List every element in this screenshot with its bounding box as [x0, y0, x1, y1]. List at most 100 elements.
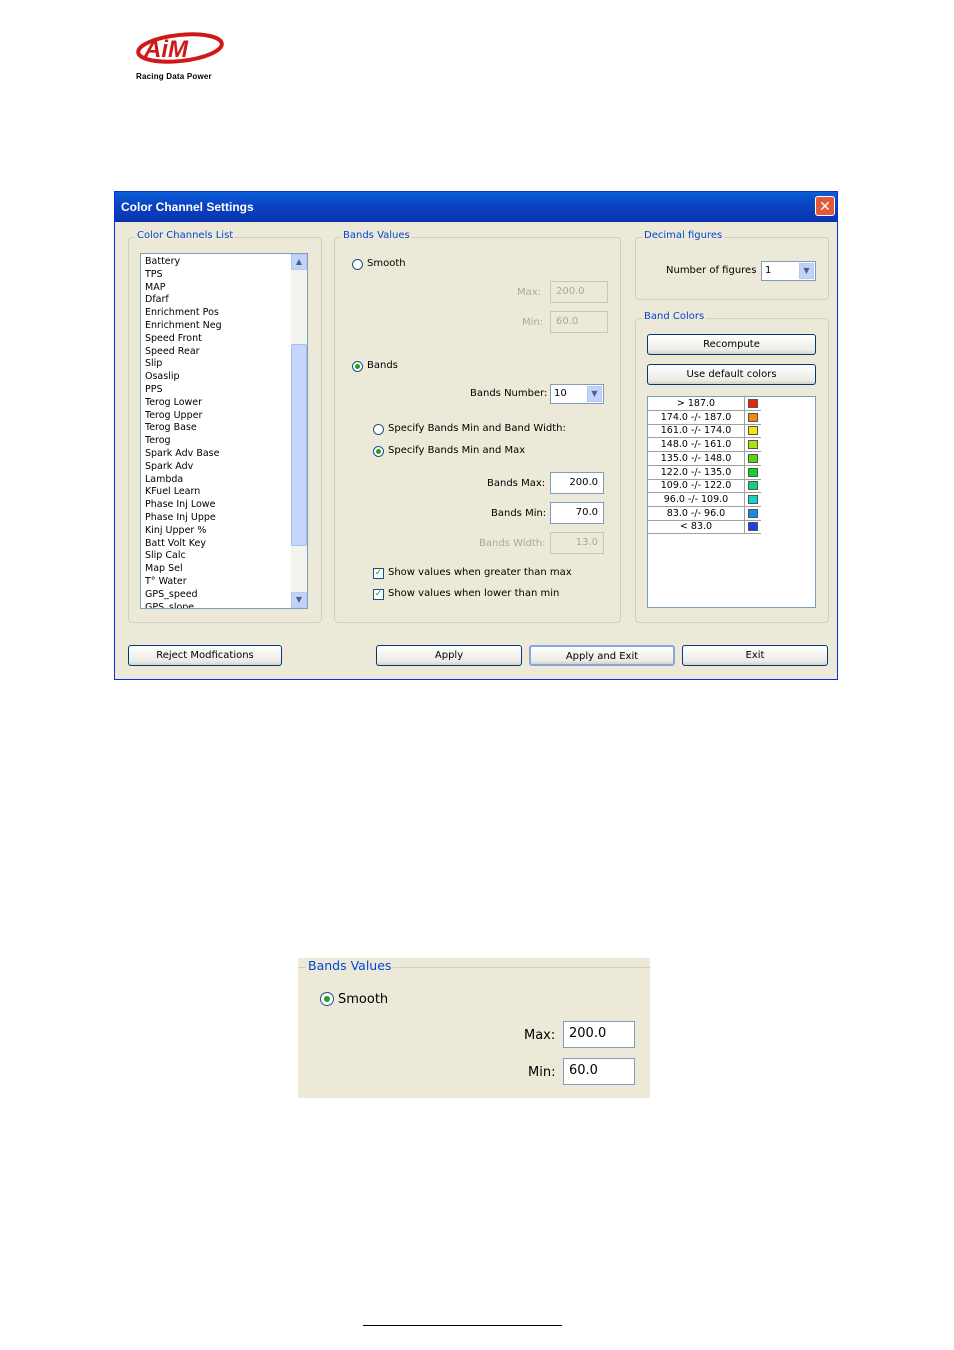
- color-channels-listbox[interactable]: Battery TPS MAP Dfarf Enrichment Pos Enrichme…: [140, 253, 308, 609]
- color-swatch[interactable]: [748, 453, 758, 463]
- min-max-option-radio[interactable]: [373, 446, 384, 457]
- band-width-option-radio[interactable]: [373, 424, 384, 435]
- color-swatch[interactable]: [748, 481, 758, 491]
- channel-list-item[interactable]: Enrichment Neg: [145, 320, 293, 333]
- band-range-label: 109.0 -/- 122.0: [648, 479, 745, 493]
- band-range-label: 96.0 -/- 109.0: [648, 492, 745, 506]
- channel-list-item[interactable]: Speed Front: [145, 333, 293, 346]
- channel-list-item[interactable]: Slip Calc: [145, 550, 293, 563]
- band-range-label: 161.0 -/- 174.0: [648, 424, 745, 438]
- band-color-row[interactable]: 174.0 -/- 187.0: [648, 410, 761, 425]
- channel-list-item[interactable]: Lambda: [145, 474, 293, 487]
- crop-bands-values-label: Bands Values: [306, 958, 394, 973]
- channel-list-item[interactable]: Dfarf: [145, 294, 293, 307]
- color-swatch[interactable]: [748, 494, 758, 504]
- band-range-label: 148.0 -/- 161.0: [648, 438, 745, 452]
- scroll-thumb[interactable]: [291, 344, 307, 546]
- bands-values-group: Bands Values Smooth Max: 200.0 Min: 60.0…: [334, 230, 621, 623]
- channel-list-item[interactable]: Enrichment Pos: [145, 307, 293, 320]
- channel-list-item[interactable]: TPS: [145, 269, 293, 282]
- bands-max-label: Bands Max:: [487, 478, 546, 489]
- channel-list-item[interactable]: Osaslip: [145, 371, 293, 384]
- channel-list-item[interactable]: Terog Upper: [145, 410, 293, 423]
- band-color-row[interactable]: 109.0 -/- 122.0: [648, 479, 761, 494]
- bands-max-field[interactable]: 200.0: [550, 472, 604, 494]
- bands-width-field[interactable]: 13.0: [550, 532, 604, 554]
- crop-min-field[interactable]: 60.0: [563, 1058, 635, 1085]
- chevron-down-icon[interactable]: ▼: [587, 386, 602, 402]
- band-range-label: < 83.0: [648, 520, 745, 534]
- smooth-radio[interactable]: [352, 259, 363, 270]
- crop-max-label: Max:: [524, 1028, 556, 1043]
- channel-list-item[interactable]: Battery: [145, 256, 293, 269]
- channel-list-item[interactable]: Batt Volt Key: [145, 538, 293, 551]
- band-range-label: > 187.0: [648, 397, 745, 410]
- channel-list-item[interactable]: GPS_slope: [145, 602, 293, 608]
- apply-button[interactable]: Apply: [376, 645, 522, 666]
- max-field[interactable]: 200.0: [550, 281, 608, 303]
- color-swatch[interactable]: [748, 399, 758, 408]
- channel-list-item[interactable]: T° Water: [145, 576, 293, 589]
- channel-list-item[interactable]: Terog Base: [145, 422, 293, 435]
- band-range-label: 83.0 -/- 96.0: [648, 506, 745, 520]
- bands-min-field[interactable]: 70.0: [550, 502, 604, 524]
- channel-list-item[interactable]: Terog: [145, 435, 293, 448]
- color-swatch[interactable]: [748, 412, 758, 422]
- channel-list-item[interactable]: Speed Rear: [145, 346, 293, 359]
- use-default-colors-button[interactable]: Use default colors: [647, 364, 816, 385]
- color-swatch[interactable]: [748, 426, 758, 436]
- band-color-row[interactable]: < 83.0: [648, 520, 761, 535]
- crop-smooth-label: Smooth: [338, 992, 389, 1007]
- channels-scrollbar[interactable]: ▲ ▼: [291, 254, 307, 608]
- band-color-row[interactable]: 96.0 -/- 109.0: [648, 492, 761, 507]
- channel-list-item[interactable]: Phase Inj Uppe: [145, 512, 293, 525]
- channel-list-item[interactable]: KFuel Learn: [145, 486, 293, 499]
- crop-max-field[interactable]: 200.0: [563, 1021, 635, 1048]
- min-field[interactable]: 60.0: [550, 311, 608, 333]
- channel-list-item[interactable]: Kinj Upper %: [145, 525, 293, 538]
- apply-and-exit-button[interactable]: Apply and Exit: [529, 645, 675, 666]
- bands-radio[interactable]: [352, 361, 363, 372]
- show-greater-checkbox[interactable]: ✓: [373, 568, 384, 579]
- show-lower-checkbox[interactable]: ✓: [373, 589, 384, 600]
- color-swatch[interactable]: [748, 440, 758, 450]
- band-colors-list[interactable]: > 187.0 174.0 -/- 187.0 161.0 -/- 174.0 148…: [647, 396, 816, 608]
- number-of-figures-label: Number of figures: [666, 265, 757, 276]
- exit-button[interactable]: Exit: [682, 645, 828, 666]
- min-max-option-label: Specify Bands Min and Max: [388, 445, 526, 456]
- color-swatch[interactable]: [748, 508, 758, 518]
- bands-width-label: Bands Width:: [479, 538, 546, 549]
- show-greater-label: Show values when greater than max: [388, 567, 572, 578]
- channel-list-item[interactable]: Map Sel: [145, 563, 293, 576]
- svg-text:AiM: AiM: [143, 36, 189, 63]
- channel-list-item[interactable]: Terog Lower: [145, 397, 293, 410]
- scroll-up-icon[interactable]: ▲: [291, 254, 307, 270]
- channel-list-item[interactable]: PPS: [145, 384, 293, 397]
- channel-list-item[interactable]: Slip: [145, 358, 293, 371]
- channel-list-item[interactable]: Spark Adv Base: [145, 448, 293, 461]
- channel-list-item[interactable]: Spark Adv: [145, 461, 293, 474]
- reject-modifications-button[interactable]: Reject Modfications: [128, 645, 282, 666]
- band-color-row[interactable]: 122.0 -/- 135.0: [648, 465, 761, 480]
- color-swatch[interactable]: [748, 467, 758, 477]
- channel-list-item[interactable]: GPS_speed: [145, 589, 293, 602]
- channel-list-item[interactable]: MAP: [145, 282, 293, 295]
- bands-number-select[interactable]: 10 ▼: [550, 384, 604, 404]
- band-color-row[interactable]: 148.0 -/- 161.0: [648, 438, 761, 453]
- close-button[interactable]: ✕: [815, 196, 835, 216]
- chevron-down-icon[interactable]: ▼: [799, 263, 814, 279]
- bands-label: Bands: [367, 360, 398, 371]
- band-color-row[interactable]: 83.0 -/- 96.0: [648, 506, 761, 521]
- footer-divider: [363, 1325, 562, 1326]
- band-color-row[interactable]: > 187.0: [648, 397, 761, 411]
- color-channels-label: Color Channels List: [135, 230, 236, 241]
- band-color-row[interactable]: 161.0 -/- 174.0: [648, 424, 761, 439]
- crop-min-label: Min:: [528, 1065, 556, 1080]
- color-swatch[interactable]: [748, 522, 758, 532]
- number-of-figures-select[interactable]: 1 ▼: [761, 261, 816, 281]
- channel-list-item[interactable]: Phase Inj Lowe: [145, 499, 293, 512]
- crop-smooth-radio[interactable]: [320, 992, 334, 1006]
- recompute-button[interactable]: Recompute: [647, 334, 816, 355]
- scroll-down-icon[interactable]: ▼: [291, 592, 307, 608]
- band-color-row[interactable]: 135.0 -/- 148.0: [648, 451, 761, 466]
